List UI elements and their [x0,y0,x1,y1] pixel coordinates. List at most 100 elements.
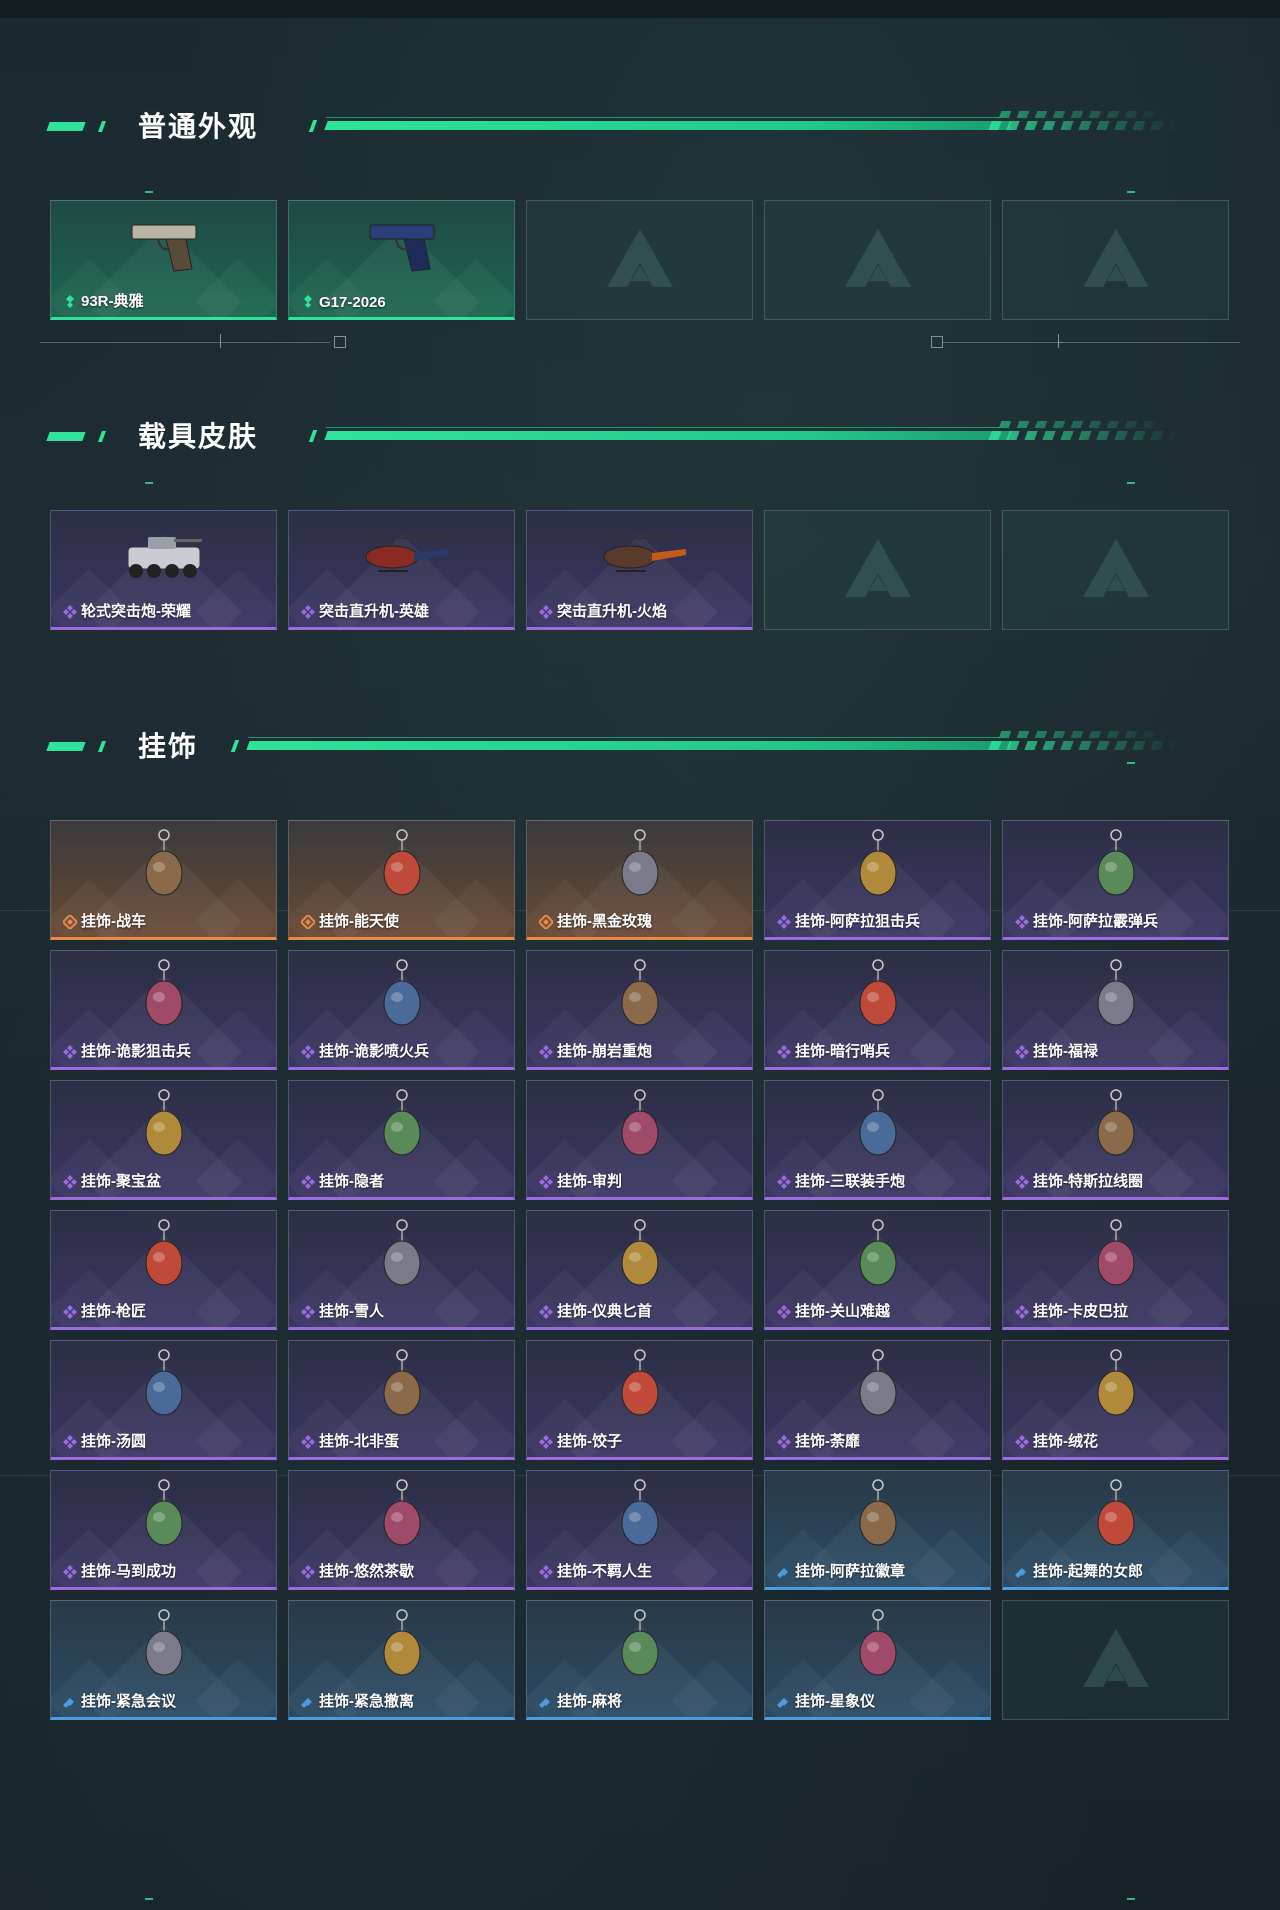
charm-icon [621,1089,658,1156]
item-label: 挂饰-马到成功 [81,1563,176,1580]
item-card[interactable]: 挂饰-汤圆 [50,1340,277,1460]
empty-slot [1002,200,1229,320]
item-card[interactable]: 挂饰-福禄 [1002,950,1229,1070]
empty-slot [1002,510,1229,630]
header-checker-pattern [988,121,1182,130]
item-label: 挂饰-绒花 [1033,1433,1098,1450]
purple-rarity-icon [1015,915,1029,929]
item-card[interactable]: 突击直升机-火焰 [526,510,753,630]
item-card[interactable]: 挂饰-枪匠 [50,1210,277,1330]
item-card[interactable]: 挂饰-荼靡 [764,1340,991,1460]
section-title: 载具皮肤 [138,421,259,452]
pistol-icon [369,224,434,272]
helicopter-icon [593,536,686,572]
item-card[interactable]: 挂饰-关山难越 [764,1210,991,1330]
item-label: 挂饰-起舞的女郎 [1033,1563,1143,1580]
item-card[interactable]: 挂饰-能天使 [288,820,515,940]
item-card[interactable]: 挂饰-星象仪 [764,1600,991,1720]
item-label: 挂饰-星象仪 [795,1693,875,1710]
item-card[interactable]: 挂饰-诡影喷火兵 [288,950,515,1070]
delta-logo-icon [606,229,673,287]
charm-icon [859,829,896,896]
item-card[interactable]: 挂饰-紧急撤离 [288,1600,515,1720]
item-card[interactable]: 挂饰-聚宝盆 [50,1080,277,1200]
item-card[interactable]: 轮式突击炮-荣耀 [50,510,277,630]
header-accent-bar [308,120,318,132]
item-label: 挂饰-隐者 [319,1173,384,1190]
purple-rarity-icon [63,1305,77,1319]
section-title: 普通外观 [138,111,259,142]
charm-icon [859,1089,896,1156]
charm-icon [1097,1349,1134,1416]
purple-rarity-icon [301,1565,315,1579]
item-card[interactable]: 挂饰-饺子 [526,1340,753,1460]
item-label: 93R-典雅 [81,293,144,310]
item-card[interactable]: 挂饰-仪典匕首 [526,1210,753,1330]
item-card[interactable]: 挂饰-阿萨拉狙击兵 [764,820,991,940]
item-card[interactable]: 挂饰-暗行哨兵 [764,950,991,1070]
charm-icon [383,829,420,896]
item-card[interactable]: G17-2026 [288,200,515,320]
item-card[interactable]: 挂饰-麻将 [526,1600,753,1720]
item-card[interactable]: 挂饰-阿萨拉霰弹兵 [1002,820,1229,940]
header-checker-pattern [998,731,1172,738]
delta-logo-icon [1082,1629,1149,1687]
item-card[interactable]: 挂饰-战车 [50,820,277,940]
item-label: 挂饰-关山难越 [795,1303,890,1320]
item-label: 挂饰-紧急会议 [81,1693,176,1710]
item-card[interactable]: 挂饰-卡皮巴拉 [1002,1210,1229,1330]
item-card[interactable]: 挂饰-阿萨拉徽章 [764,1470,991,1590]
empty-slot [764,200,991,320]
orange-rarity-icon [539,915,553,929]
purple-rarity-icon [1015,1045,1029,1059]
header-accent-dash [97,121,107,132]
header-accent-bar [324,431,1012,440]
item-label: 轮式突击炮-荣耀 [81,603,191,620]
charm-icon [621,1609,658,1676]
item-card[interactable]: 挂饰-崩岩重炮 [526,950,753,1070]
green-rarity-icon [66,295,74,308]
item-label: 挂饰-悠然茶歇 [319,1563,414,1580]
purple-rarity-icon [301,1175,315,1189]
section-header-common-skins: 普通外观 [46,107,1200,147]
item-card[interactable]: 挂饰-马到成功 [50,1470,277,1590]
charm-icon [859,1479,896,1546]
item-card[interactable]: 挂饰-雪人 [288,1210,515,1330]
item-card[interactable]: 挂饰-不羁人生 [526,1470,753,1590]
item-label: 挂饰-三联装手炮 [795,1173,905,1190]
empty-slot [1002,1600,1229,1720]
charm-icon [621,959,658,1026]
item-card[interactable]: 挂饰-起舞的女郎 [1002,1470,1229,1590]
purple-rarity-icon [539,1565,553,1579]
delta-logo-icon [1082,539,1149,597]
purple-rarity-icon [63,1045,77,1059]
item-label: 挂饰-汤圆 [81,1433,146,1450]
item-card[interactable]: 挂饰-诡影狙击兵 [50,950,277,1070]
item-card[interactable]: 挂饰-绒花 [1002,1340,1229,1460]
pistol-icon [131,224,196,272]
purple-rarity-icon [539,1045,553,1059]
header-checker-pattern [998,421,1172,428]
purple-rarity-icon [539,1175,553,1189]
purple-rarity-icon [301,1305,315,1319]
item-label: G17-2026 [319,294,386,311]
item-card[interactable]: 93R-典雅 [50,200,277,320]
item-card[interactable]: 挂饰-审判 [526,1080,753,1200]
blue-rarity-icon [63,1698,74,1708]
corner-tick [145,482,153,484]
delta-logo-icon [1082,229,1149,287]
item-card[interactable]: 突击直升机-英雄 [288,510,515,630]
item-card[interactable]: 挂饰-三联装手炮 [764,1080,991,1200]
item-card[interactable]: 挂饰-悠然茶歇 [288,1470,515,1590]
item-card[interactable]: 挂饰-北非蛋 [288,1340,515,1460]
charm-icon [859,1219,896,1286]
charm-icon [383,1219,420,1286]
item-card[interactable]: 挂饰-隐者 [288,1080,515,1200]
purple-rarity-icon [1015,1175,1029,1189]
empty-slot [526,200,753,320]
item-card[interactable]: 挂饰-特斯拉线圈 [1002,1080,1229,1200]
item-label: 挂饰-黑金玫瑰 [557,913,652,930]
item-card[interactable]: 挂饰-紧急会议 [50,1600,277,1720]
item-card[interactable]: 挂饰-黑金玫瑰 [526,820,753,940]
charms-grid: 挂饰-战车 挂饰-能天使 挂饰-黑金玫瑰 挂饰-阿萨拉狙击兵 挂饰-阿萨拉霰弹兵挂饰-诡… [50,820,1230,1720]
